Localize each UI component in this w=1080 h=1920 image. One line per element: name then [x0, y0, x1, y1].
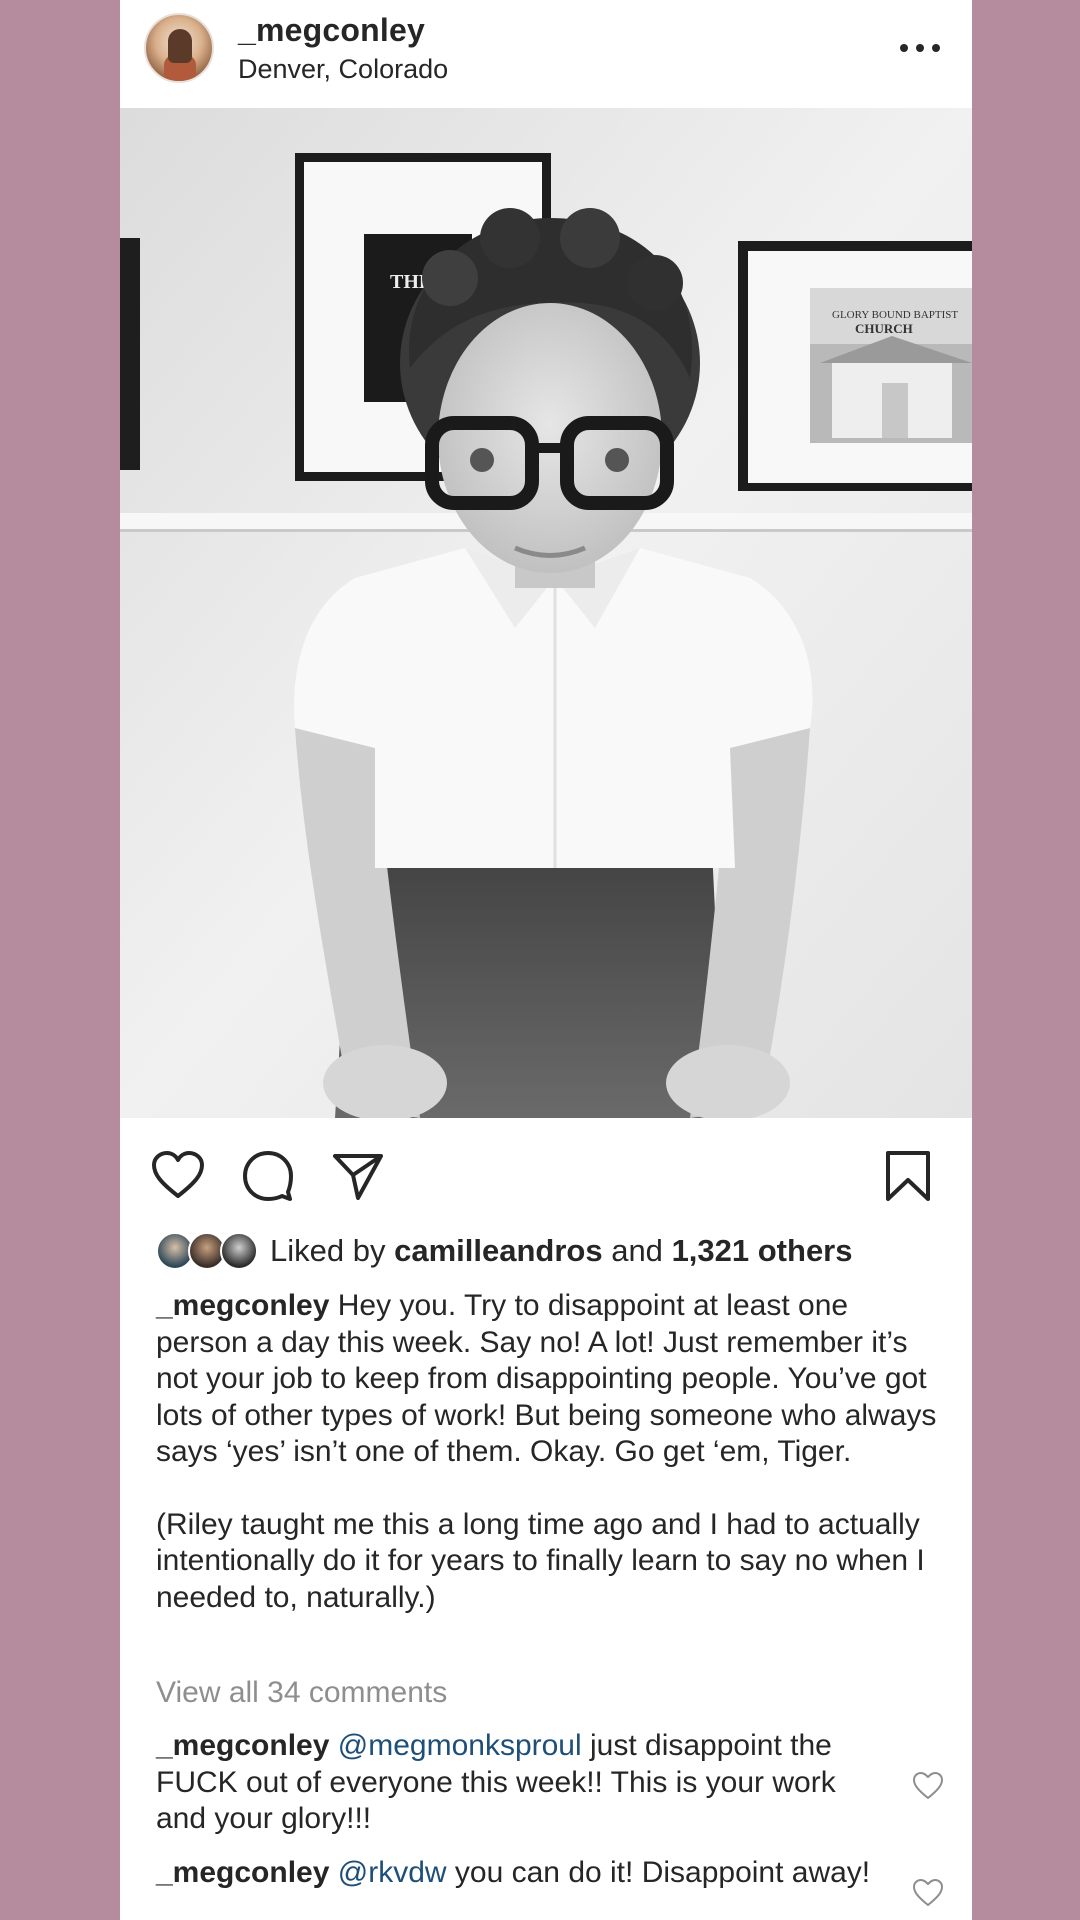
comment-item: _megconley @rkvdw you can do it! Disappo…: [156, 1855, 886, 1892]
liker-username[interactable]: camilleandros: [394, 1233, 602, 1268]
comment-icon[interactable]: [240, 1148, 296, 1204]
heart-icon[interactable]: [150, 1148, 206, 1204]
post-photo[interactable]: THE COU LI GLORY BOUND BAPTIST CHURCH: [120, 108, 972, 1118]
likes-summary[interactable]: Liked by camilleandros and 1,321 others: [156, 1226, 853, 1276]
likes-text: Liked by camilleandros and 1,321 others: [270, 1233, 853, 1269]
frame-sign-right-2: CHURCH: [855, 321, 913, 336]
avatar: [220, 1232, 258, 1270]
caption-username[interactable]: _megconley: [156, 1289, 329, 1322]
more-horizontal-icon[interactable]: [898, 28, 942, 68]
post-username[interactable]: _megconley: [238, 12, 425, 49]
post-header: _megconley Denver, Colorado: [120, 0, 972, 108]
comment-like-heart-icon[interactable]: [912, 1770, 944, 1802]
avatar[interactable]: [144, 13, 214, 83]
caption-text-2: (Riley taught me this a long time ago an…: [156, 1507, 925, 1614]
frame-sign-right-1: GLORY BOUND BAPTIST: [832, 309, 958, 321]
likes-prefix: Liked by: [270, 1233, 386, 1268]
comment-like-heart-icon[interactable]: [912, 1877, 944, 1909]
post-caption: _megconley Hey you. Try to disappoint at…: [156, 1288, 946, 1616]
comment-username[interactable]: _megconley: [156, 1856, 329, 1889]
comment-username[interactable]: _megconley: [156, 1729, 329, 1762]
liker-avatars: [156, 1230, 260, 1272]
post-action-bar: [120, 1130, 972, 1216]
post-location[interactable]: Denver, Colorado: [238, 54, 448, 85]
likes-count[interactable]: 1,321 others: [672, 1233, 853, 1268]
bookmark-icon[interactable]: [880, 1148, 936, 1204]
likes-middle: and: [611, 1233, 663, 1268]
comment-text: you can do it! Disappoint away!: [454, 1856, 871, 1889]
view-all-comments-link[interactable]: View all 34 comments: [156, 1676, 447, 1710]
instagram-post-card: _megconley Denver, Colorado THE GLORY BO…: [120, 0, 972, 1920]
comment-mention[interactable]: @rkvdw: [338, 1856, 447, 1889]
comment-item: _megconley @megmonksproul just disappoin…: [156, 1728, 886, 1838]
comment-mention[interactable]: @megmonksproul: [338, 1729, 582, 1762]
send-icon[interactable]: [330, 1148, 386, 1204]
